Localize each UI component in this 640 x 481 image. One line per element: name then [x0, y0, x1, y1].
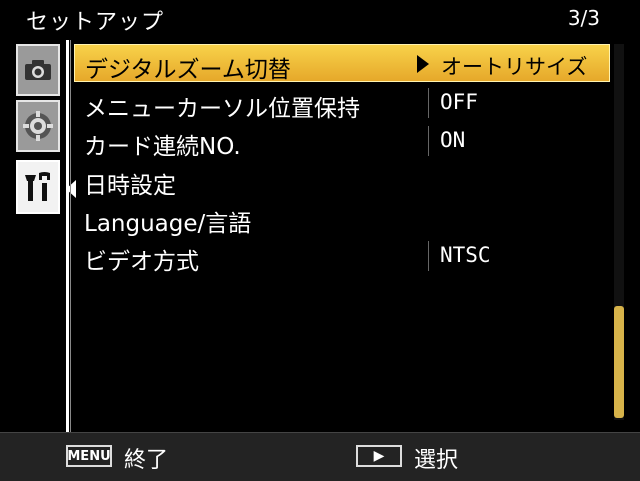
menu-item-label: デジタルズーム切替 [85, 57, 291, 83]
menu-item-label: 日時設定 [84, 173, 176, 199]
menu-item-cursor-memory[interactable]: メニューカーソル位置保持 OFF [74, 84, 610, 122]
value-separator [428, 126, 429, 156]
footer-bar: MENU 終了 ▶ 選択 [0, 432, 640, 481]
menu-item-label: カード連続NO. [84, 134, 241, 160]
submenu-arrow-icon [417, 55, 429, 73]
divider-shadow [70, 40, 71, 432]
scrollbar[interactable] [614, 44, 624, 420]
play-key-badge: ▶ [356, 445, 402, 467]
mode-dial-icon [23, 111, 53, 141]
camera-icon [25, 60, 51, 80]
play-action-label: 選択 [414, 448, 459, 473]
menu-item-digital-zoom[interactable]: デジタルズーム切替 オートリサイズ [74, 44, 610, 83]
menu-item-value: NTSC [440, 243, 491, 267]
tools-icon [25, 172, 50, 201]
value-separator [428, 88, 429, 118]
menu-item-language[interactable]: Language/言語 [74, 199, 610, 237]
tab-mode[interactable] [16, 100, 60, 152]
divider [66, 40, 69, 432]
menu-item-date-settings[interactable]: 日時設定 [74, 161, 610, 199]
menu-item-value: オートリサイズ [441, 55, 588, 79]
value-separator [428, 241, 429, 271]
scrollbar-thumb[interactable] [614, 306, 624, 418]
menu-item-label: Language/言語 [84, 211, 252, 237]
tab-setup[interactable] [16, 160, 60, 214]
menu-item-card-sequence-no[interactable]: カード連続NO. ON [74, 122, 610, 160]
menu-action-label: 終了 [124, 448, 169, 473]
menu-item-value: ON [440, 128, 466, 152]
header: セットアップ 3/3 [0, 0, 640, 36]
menu-item-label: ビデオ方式 [84, 249, 199, 275]
menu-item-label: メニューカーソル位置保持 [84, 96, 360, 122]
menu-item-video-out[interactable]: ビデオ方式 NTSC [74, 237, 610, 275]
screen-title: セットアップ [26, 10, 165, 35]
page-indicator: 3/3 [567, 6, 600, 30]
menu-key-badge: MENU [66, 445, 112, 467]
menu-item-value: OFF [440, 90, 478, 114]
tab-shooting[interactable] [16, 44, 60, 96]
